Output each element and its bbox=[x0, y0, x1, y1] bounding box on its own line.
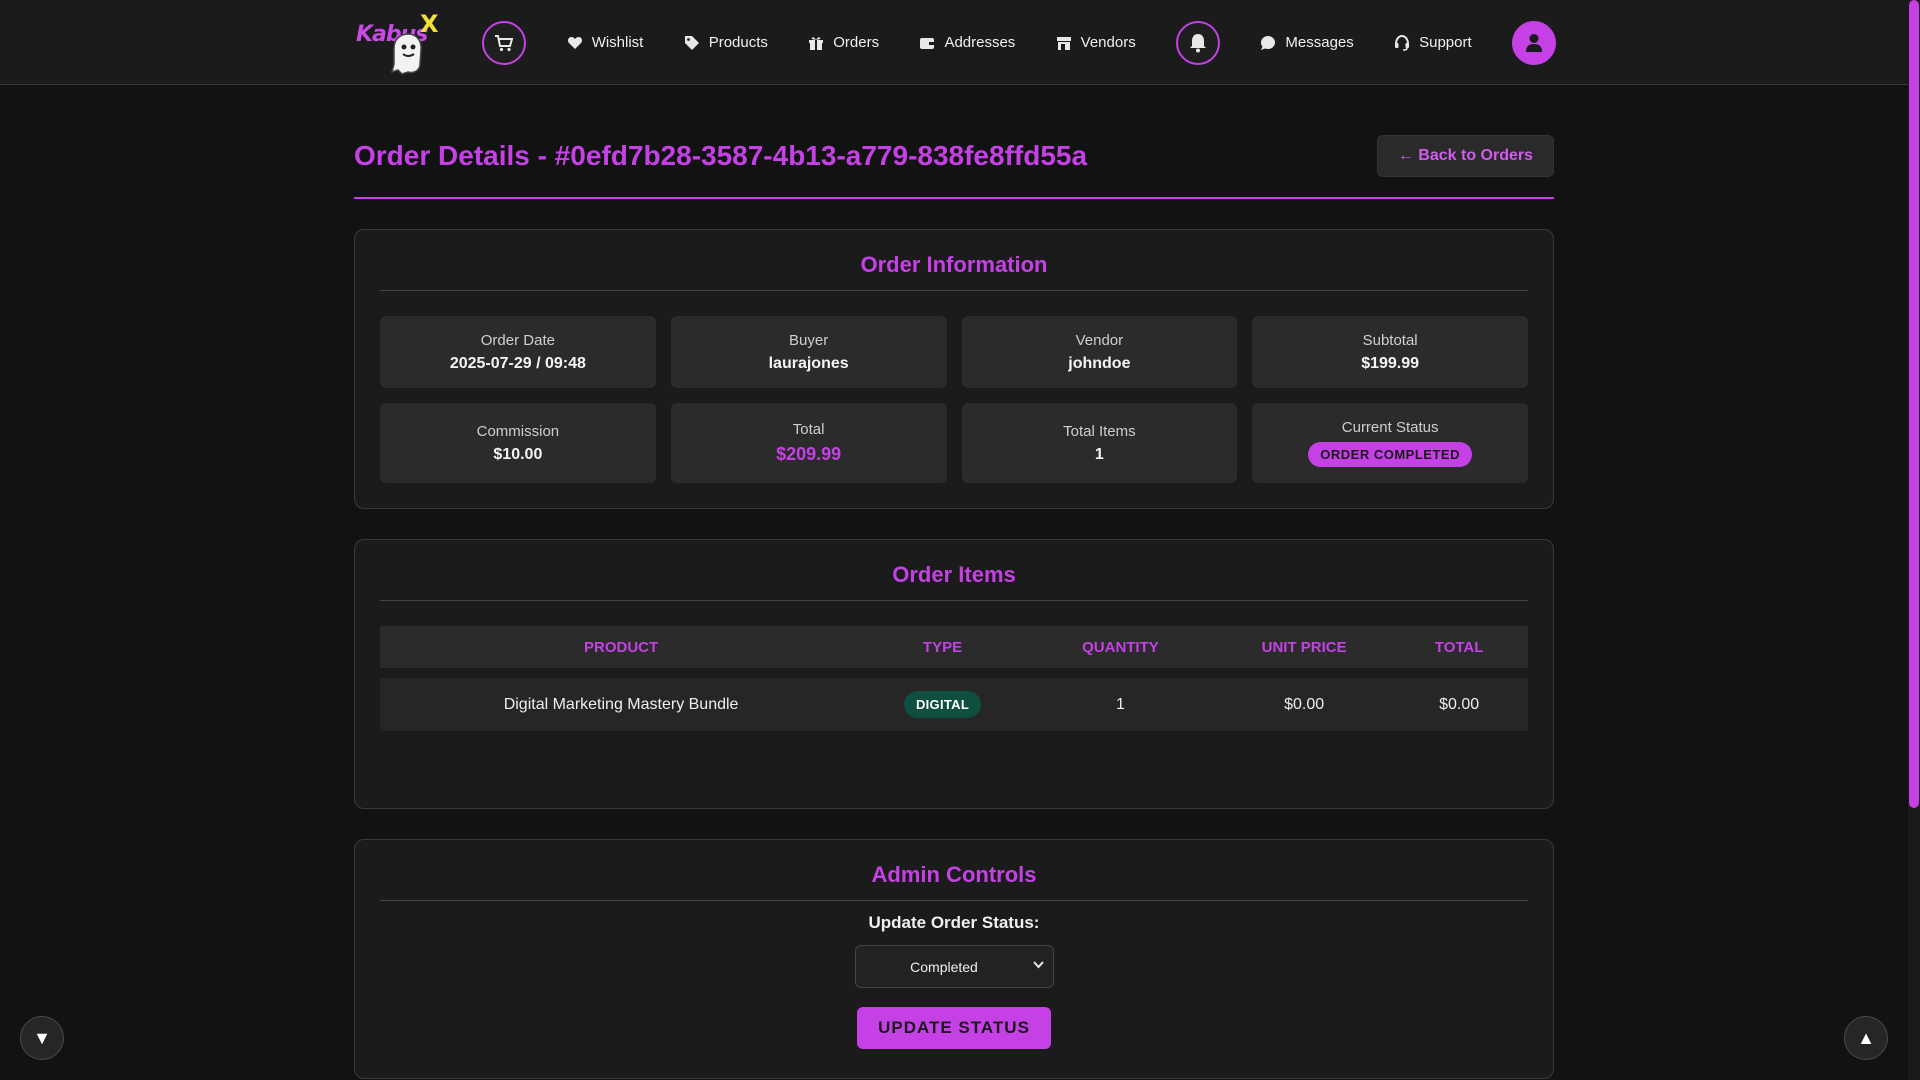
nav-orders[interactable]: Orders bbox=[808, 34, 879, 51]
info-label: Total Items bbox=[1063, 422, 1136, 440]
info-value: johndoe bbox=[1068, 354, 1131, 372]
gift-icon bbox=[809, 36, 824, 50]
tag-icon bbox=[684, 35, 699, 50]
order-information-card: Order Information Order Date 2025-07-29 … bbox=[354, 229, 1554, 509]
info-total: Total $209.99 bbox=[670, 403, 947, 483]
admin-controls-card: Admin Controls Update Order Status: Comp… bbox=[354, 839, 1554, 1079]
nav-inner: Kabus X Wishlist Products Orders Address… bbox=[354, 0, 1556, 85]
info-buyer: Buyer laurajones bbox=[670, 316, 947, 388]
ghost-mascot-icon bbox=[390, 32, 422, 75]
selected-status: Completed bbox=[910, 959, 978, 975]
nav-wishlist[interactable]: Wishlist bbox=[567, 34, 644, 51]
scroll-down-button[interactable]: ▼ bbox=[20, 1016, 64, 1060]
chat-icon bbox=[1261, 35, 1276, 50]
wallet-icon bbox=[920, 37, 935, 49]
main-content: Order Details - #0efd7b28-3587-4b13-a779… bbox=[354, 85, 1554, 1079]
nav-addresses[interactable]: Addresses bbox=[919, 34, 1015, 51]
info-label: Current Status bbox=[1341, 419, 1439, 436]
info-value: 1 bbox=[1094, 445, 1104, 463]
order-items-title: Order Items bbox=[380, 562, 1528, 601]
top-navbar: Kabus X Wishlist Products Orders Address… bbox=[0, 0, 1908, 85]
cart-icon bbox=[495, 34, 514, 51]
info-label: Commission bbox=[476, 422, 560, 440]
chevron-down-icon bbox=[1032, 961, 1044, 969]
info-label: Vendor bbox=[1075, 331, 1124, 349]
user-icon bbox=[1526, 33, 1542, 52]
info-value: $199.99 bbox=[1361, 354, 1420, 372]
nav-products[interactable]: Products bbox=[684, 34, 768, 51]
arrow-down-icon: ▼ bbox=[33, 1027, 51, 1048]
nav-vendors-label: Vendors bbox=[1080, 34, 1136, 51]
cart-button[interactable] bbox=[482, 20, 527, 65]
bell-icon bbox=[1190, 33, 1207, 52]
page-title: Order Details - #0efd7b28-3587-4b13-a779… bbox=[354, 140, 1088, 171]
logo[interactable]: Kabus X bbox=[354, 8, 442, 78]
cell-type: DIGITAL bbox=[862, 668, 1023, 731]
admin-controls-title: Admin Controls bbox=[380, 862, 1528, 901]
store-icon bbox=[1056, 36, 1071, 50]
update-status-button[interactable]: UPDATE STATUS bbox=[857, 1007, 1051, 1049]
info-total-items: Total Items 1 bbox=[961, 403, 1238, 483]
update-status-label: Update Order Status: bbox=[868, 913, 1040, 932]
heart-icon bbox=[567, 36, 582, 49]
cell-quantity: 1 bbox=[1022, 668, 1219, 731]
nav-orders-label: Orders bbox=[833, 34, 880, 51]
column-header: UNIT PRICE bbox=[1218, 626, 1391, 673]
order-status-select[interactable]: Completed bbox=[854, 945, 1054, 988]
info-label: Total bbox=[792, 421, 825, 438]
type-badge: DIGITAL bbox=[903, 691, 982, 718]
scrollbar-thumb[interactable] bbox=[1909, 0, 1919, 808]
notifications-button[interactable] bbox=[1176, 20, 1221, 65]
info-value-total: $209.99 bbox=[776, 444, 842, 464]
status-badge: ORDER COMPLETED bbox=[1308, 442, 1472, 467]
scroll-up-button[interactable]: ▲ bbox=[1844, 1016, 1888, 1060]
back-to-orders-button[interactable]: ← Back to Orders bbox=[1376, 135, 1554, 177]
info-label: Buyer bbox=[789, 331, 829, 349]
cell-total: $0.00 bbox=[1390, 668, 1528, 731]
cell-product: Digital Marketing Mastery Bundle bbox=[380, 668, 863, 731]
nav-messages-label: Messages bbox=[1285, 34, 1354, 51]
info-order-date: Order Date 2025-07-29 / 09:48 bbox=[380, 316, 656, 388]
info-subtotal: Subtotal $199.99 bbox=[1252, 316, 1528, 388]
info-commission: Commission $10.00 bbox=[380, 403, 656, 483]
info-value: 2025-07-29 / 09:48 bbox=[449, 354, 586, 372]
nav-products-label: Products bbox=[708, 34, 768, 51]
column-header: TOTAL bbox=[1390, 626, 1528, 673]
order-info-grid: Order Date 2025-07-29 / 09:48 Buyer laur… bbox=[380, 316, 1528, 483]
info-label: Order Date bbox=[480, 331, 555, 349]
arrow-up-icon: ▲ bbox=[1857, 1027, 1875, 1048]
profile-button[interactable] bbox=[1512, 20, 1556, 65]
column-header: TYPE bbox=[862, 626, 1023, 673]
info-vendor: Vendor johndoe bbox=[961, 316, 1238, 388]
info-value: laurajones bbox=[768, 354, 849, 372]
info-current-status: Current Status ORDER COMPLETED bbox=[1252, 403, 1528, 483]
nav-vendors[interactable]: Vendors bbox=[1056, 34, 1136, 51]
column-header: QUANTITY bbox=[1022, 626, 1219, 673]
info-label: Subtotal bbox=[1362, 331, 1418, 349]
info-value: $10.00 bbox=[493, 445, 543, 463]
table-header-row: PRODUCT TYPE QUANTITY UNIT PRICE TOTAL bbox=[380, 626, 1528, 673]
column-header: PRODUCT bbox=[380, 626, 863, 673]
nav-support-label: Support bbox=[1419, 34, 1472, 51]
nav-support[interactable]: Support bbox=[1394, 34, 1472, 51]
nav-messages[interactable]: Messages bbox=[1260, 34, 1354, 51]
headset-icon bbox=[1395, 34, 1410, 51]
table-row: Digital Marketing Mastery Bundle DIGITAL… bbox=[380, 668, 1528, 731]
order-items-card: Order Items PRODUCT TYPE QUANTITY UNIT P… bbox=[354, 539, 1554, 809]
nav-addresses-label: Addresses bbox=[944, 34, 1016, 51]
nav-wishlist-label: Wishlist bbox=[591, 34, 644, 51]
cell-unit-price: $0.00 bbox=[1218, 668, 1391, 731]
order-items-table: PRODUCT TYPE QUANTITY UNIT PRICE TOTAL D… bbox=[380, 626, 1528, 731]
page-header: Order Details - #0efd7b28-3587-4b13-a779… bbox=[354, 85, 1554, 199]
order-information-title: Order Information bbox=[380, 252, 1528, 291]
